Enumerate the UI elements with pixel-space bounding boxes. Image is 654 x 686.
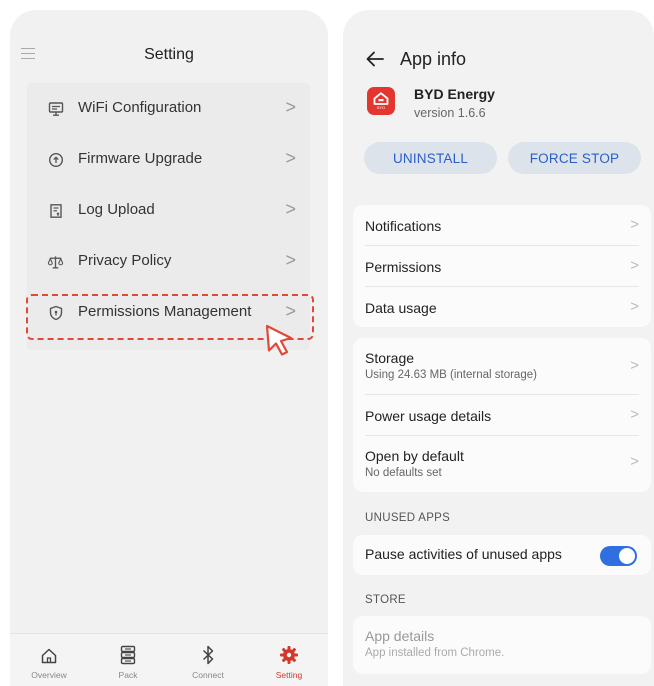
- open-by-default-subtitle: No defaults set: [365, 467, 442, 479]
- monitor-icon: [47, 100, 64, 117]
- app-name: BYD Energy: [414, 86, 495, 102]
- app-details-card: App details App installed from Chrome.: [353, 616, 651, 674]
- pause-activities-card[interactable]: Pause activities of unused apps: [353, 535, 651, 575]
- divider: [365, 286, 639, 287]
- privacy-policy-label: Privacy Policy: [78, 252, 172, 269]
- force-stop-button[interactable]: FORCE STOP: [508, 142, 641, 174]
- privacy-policy-row[interactable]: Privacy Policy >: [27, 236, 310, 287]
- storage-item[interactable]: Storage Using 24.63 MB (internal storage…: [365, 350, 639, 381]
- data-usage-item[interactable]: Data usage: [365, 300, 639, 316]
- bottom-tab-bar: Overview Pack Connect Setting: [10, 633, 328, 686]
- notifications-label: Notifications: [365, 218, 442, 234]
- left-phone-screen: Setting WiFi Configuration > Firmware Up…: [10, 10, 328, 686]
- chevron-right-icon: >: [285, 250, 296, 270]
- open-by-default-label: Open by default: [365, 448, 464, 464]
- firmware-upgrade-row[interactable]: Firmware Upgrade >: [27, 134, 310, 185]
- chevron-right-icon: >: [630, 257, 639, 274]
- storage-subtitle: Using 24.63 MB (internal storage): [365, 369, 537, 381]
- tab-setting[interactable]: Setting: [259, 645, 319, 680]
- tab-connect-label: Connect: [192, 670, 224, 680]
- log-file-icon: [47, 202, 64, 219]
- open-by-default-item[interactable]: Open by default No defaults set: [365, 448, 639, 479]
- right-phone-screen: App info BYD BYD Energy version 1.6.6 UN…: [343, 10, 654, 686]
- log-upload-label: Log Upload: [78, 201, 155, 218]
- notifications-item[interactable]: Notifications: [365, 218, 639, 234]
- store-header: STORE: [365, 594, 406, 606]
- page-title: App info: [400, 49, 467, 69]
- divider: [365, 435, 639, 436]
- tab-connect[interactable]: Connect: [178, 645, 238, 680]
- data-usage-label: Data usage: [365, 300, 437, 316]
- chevron-right-icon: >: [285, 199, 296, 219]
- logo-text: BYD: [376, 105, 386, 110]
- chevron-right-icon: >: [630, 453, 639, 470]
- home-icon: [40, 647, 58, 667]
- tab-overview-label: Overview: [31, 670, 67, 680]
- gear-icon: [279, 645, 299, 667]
- app-settings-card-2: Storage Using 24.63 MB (internal storage…: [353, 338, 651, 492]
- upload-circle-icon: [47, 151, 64, 168]
- tab-pack-label: Pack: [118, 670, 138, 680]
- page-title: Setting: [144, 46, 194, 63]
- power-usage-item[interactable]: Power usage details: [365, 408, 639, 424]
- divider: [365, 245, 639, 246]
- home-icon: [373, 92, 389, 105]
- uninstall-button[interactable]: UNINSTALL: [364, 142, 497, 174]
- wifi-configuration-row[interactable]: WiFi Configuration >: [27, 83, 310, 134]
- divider: [365, 394, 639, 395]
- tab-overview[interactable]: Overview: [19, 645, 79, 680]
- app-logo: BYD: [367, 87, 395, 115]
- tab-pack[interactable]: Pack: [98, 645, 158, 680]
- scale-icon: [47, 253, 64, 270]
- chevron-right-icon: >: [285, 148, 296, 168]
- chevron-right-icon: >: [630, 216, 639, 233]
- pointer-cursor-icon: [265, 324, 293, 356]
- bluetooth-icon: [201, 645, 215, 667]
- setting-header: Setting: [10, 10, 328, 80]
- pause-activities-label: Pause activities of unused apps: [365, 546, 562, 562]
- tab-setting-label: Setting: [275, 670, 303, 680]
- storage-label: Storage: [365, 350, 415, 366]
- firmware-upgrade-label: Firmware Upgrade: [78, 150, 203, 167]
- app-settings-card-1: Notifications > Permissions > Data usage…: [353, 205, 651, 327]
- power-usage-label: Power usage details: [365, 408, 492, 424]
- back-arrow-icon[interactable]: [365, 50, 385, 73]
- chevron-right-icon: >: [630, 357, 639, 374]
- app-details-label: App details: [365, 628, 435, 644]
- pause-activities-toggle[interactable]: [600, 546, 637, 566]
- wifi-configuration-label: WiFi Configuration: [78, 99, 202, 116]
- app-details-item: App details App installed from Chrome.: [365, 628, 639, 659]
- app-details-subtitle: App installed from Chrome.: [365, 647, 505, 659]
- chevron-right-icon: >: [630, 406, 639, 423]
- permissions-label: Permissions: [365, 259, 442, 275]
- permissions-item[interactable]: Permissions: [365, 259, 639, 275]
- unused-apps-header: UNUSED APPS: [365, 512, 451, 524]
- app-version: version 1.6.6: [414, 106, 486, 120]
- log-upload-row[interactable]: Log Upload >: [27, 185, 310, 236]
- chevron-right-icon: >: [630, 298, 639, 315]
- battery-pack-icon: [119, 645, 137, 667]
- chevron-right-icon: >: [285, 97, 296, 117]
- pause-activities-item: Pause activities of unused apps: [365, 546, 639, 562]
